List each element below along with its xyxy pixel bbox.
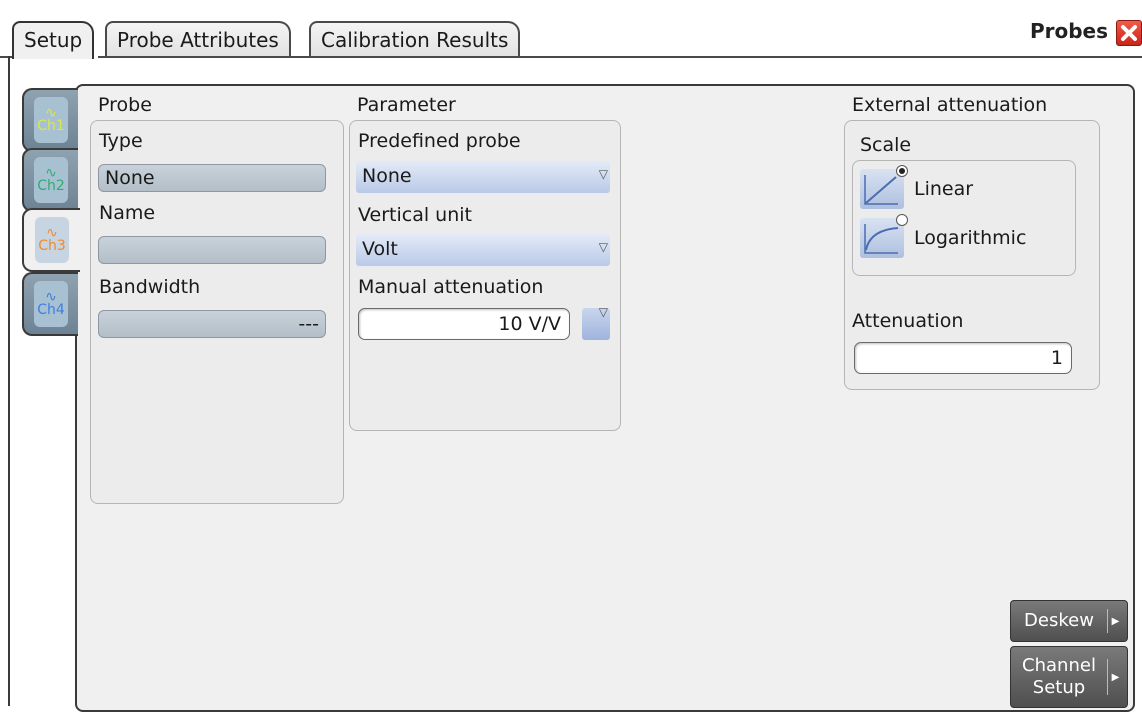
logarithmic-label: Logarithmic	[914, 227, 1027, 249]
close-icon[interactable]	[1116, 20, 1142, 46]
predefined-probe-value: None	[362, 165, 412, 187]
sine-wave-icon: ∿	[45, 288, 57, 305]
predefined-probe-dropdown[interactable]: None ▽	[356, 161, 610, 193]
channel-tab-label: Ch4	[37, 301, 65, 318]
channel-tab-ch4[interactable]: ∿ Ch4	[22, 272, 78, 336]
dropdown-arrow-icon: ▽	[598, 240, 608, 254]
deskew-label: Deskew	[1024, 610, 1094, 631]
external-attenuation-title: External attenuation	[852, 94, 1048, 116]
channel-setup-line2: Setup	[1032, 677, 1086, 698]
sine-wave-icon: ∿	[45, 104, 57, 121]
vertical-unit-value: Volt	[362, 238, 398, 260]
radio-unchecked-icon	[896, 214, 908, 226]
vertical-unit-dropdown[interactable]: Volt ▽	[356, 234, 610, 266]
channel-tab-label: Ch2	[37, 177, 65, 194]
radio-checked-icon	[896, 165, 908, 177]
attenuation-unit-dropdown[interactable]: ▽	[582, 305, 610, 340]
arrow-right-icon: ▶	[1107, 659, 1123, 695]
probe-group-title: Probe	[98, 94, 152, 116]
channel-setup-button[interactable]: Channel Setup ▶	[1010, 646, 1128, 708]
arrow-right-icon: ▶	[1107, 609, 1123, 633]
dropdown-arrow-icon: ▽	[598, 167, 608, 181]
attenuation-input[interactable]: 1	[854, 342, 1072, 374]
bandwidth-label: Bandwidth	[99, 276, 201, 298]
type-label: Type	[99, 130, 143, 152]
name-field	[98, 236, 326, 264]
attenuation-label: Attenuation	[852, 310, 964, 332]
channel-setup-line1: Channel	[1022, 655, 1096, 676]
vertical-unit-label: Vertical unit	[358, 204, 472, 226]
dropdown-arrow-icon: ▽	[598, 305, 608, 319]
tab-divider	[0, 56, 12, 58]
channel-tab-ch2[interactable]: ∿ Ch2	[22, 148, 78, 212]
dialog-border	[8, 56, 10, 706]
tab-setup[interactable]: Setup	[12, 21, 95, 59]
tab-divider	[98, 56, 1142, 58]
deskew-button[interactable]: Deskew ▶	[1010, 600, 1128, 642]
channel-tab-label: Ch1	[37, 117, 65, 134]
scale-label: Scale	[860, 134, 912, 156]
manual-attenuation-label: Manual attenuation	[358, 276, 544, 298]
name-label: Name	[99, 202, 156, 224]
parameter-group-title: Parameter	[357, 94, 456, 116]
sine-wave-icon: ∿	[45, 164, 57, 181]
type-field: None	[98, 164, 326, 192]
scale-logarithmic-radio[interactable]: Logarithmic	[860, 214, 1027, 258]
channel-tab-label: Ch3	[38, 237, 66, 254]
log-scale-icon	[860, 214, 908, 258]
tab-calibration-results[interactable]: Calibration Results	[309, 21, 521, 57]
bandwidth-field: ---	[98, 310, 326, 338]
linear-label: Linear	[914, 178, 974, 200]
predefined-probe-label: Predefined probe	[358, 130, 521, 152]
manual-attenuation-input[interactable]: 10 V/V	[358, 308, 570, 340]
sine-wave-icon: ∿	[46, 224, 58, 241]
channel-tab-ch3[interactable]: ∿ Ch3	[22, 208, 80, 272]
channel-setup-label: Channel Setup	[1011, 655, 1107, 699]
dialog-title: Probes	[1029, 19, 1108, 43]
linear-scale-icon	[860, 165, 908, 209]
channel-tab-ch1[interactable]: ∿ Ch1	[22, 88, 78, 152]
tab-probe-attributes[interactable]: Probe Attributes	[105, 21, 291, 57]
scale-linear-radio[interactable]: Linear	[860, 165, 974, 209]
probes-dialog: Setup Probe Attributes Calibration Resul…	[0, 0, 1142, 715]
